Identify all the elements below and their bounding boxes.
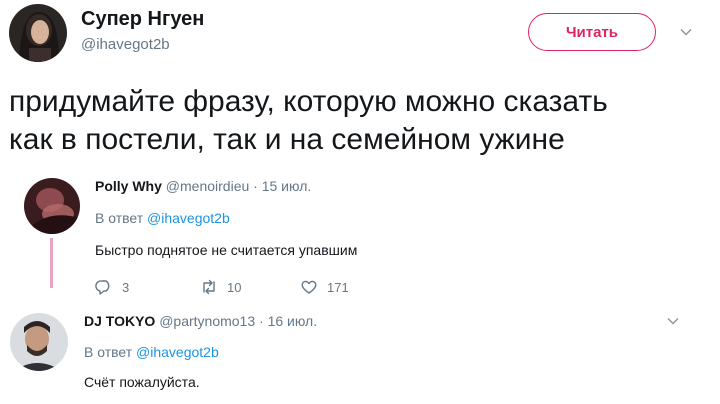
reply-count: 3 bbox=[122, 279, 130, 295]
reply-to-line: В ответ @ihavegot2b bbox=[84, 344, 219, 360]
reply-date[interactable]: · 15 июл. bbox=[253, 178, 311, 194]
reply-date[interactable]: · 16 июл. bbox=[259, 313, 317, 329]
chevron-down-icon[interactable] bbox=[666, 314, 680, 328]
reply-to-handle-link[interactable]: @ihavegot2b bbox=[136, 344, 219, 360]
main-author-name[interactable]: Супер Нгуен bbox=[81, 8, 204, 31]
reply-header: Polly Why @menoirdieu · 15 июл. bbox=[95, 178, 311, 194]
follow-button[interactable]: Читать bbox=[528, 13, 656, 51]
like-action[interactable]: 171 bbox=[300, 278, 349, 296]
reply-author-handle[interactable]: @partynomo13 bbox=[159, 313, 255, 329]
chevron-down-icon[interactable] bbox=[679, 25, 693, 39]
reply-author-name[interactable]: DJ TOKYO bbox=[84, 313, 155, 329]
main-author-handle[interactable]: @ihavegot2b bbox=[81, 36, 170, 53]
reply-to-prefix: В ответ bbox=[95, 210, 144, 226]
like-icon bbox=[301, 280, 317, 294]
like-count: 171 bbox=[327, 279, 349, 295]
tweet-text-line-1: придумайте фразу, которую можно сказать bbox=[9, 85, 608, 118]
reply-to-prefix: В ответ bbox=[84, 344, 133, 360]
reply-author-avatar[interactable] bbox=[24, 178, 80, 234]
reply-author-name[interactable]: Polly Why bbox=[95, 178, 162, 194]
reply-header: DJ TOKYO @partynomo13 · 16 июл. bbox=[84, 313, 317, 329]
reply-to-line: В ответ @ihavegot2b bbox=[95, 210, 230, 226]
retweet-count: 10 bbox=[227, 279, 242, 295]
reply-action[interactable]: 3 bbox=[95, 278, 129, 296]
retweet-action[interactable]: 10 bbox=[200, 278, 241, 296]
main-author-avatar[interactable] bbox=[9, 4, 67, 62]
reply-text: Быстро поднятое не считается упавшим bbox=[95, 242, 358, 258]
reply-text: Счёт пожалуйста. bbox=[84, 374, 200, 390]
retweet-icon bbox=[203, 279, 215, 295]
thread-line bbox=[50, 238, 53, 288]
tweet-text: придумайте фразу, которую можно сказать … bbox=[9, 83, 709, 159]
tweet-text-line-2: как в постели, так и на семейном ужине bbox=[9, 123, 565, 156]
reply-author-avatar[interactable] bbox=[10, 313, 68, 371]
reply-icon bbox=[95, 280, 110, 295]
reply-author-handle[interactable]: @menoirdieu bbox=[166, 178, 249, 194]
reply-to-handle-link[interactable]: @ihavegot2b bbox=[147, 210, 230, 226]
